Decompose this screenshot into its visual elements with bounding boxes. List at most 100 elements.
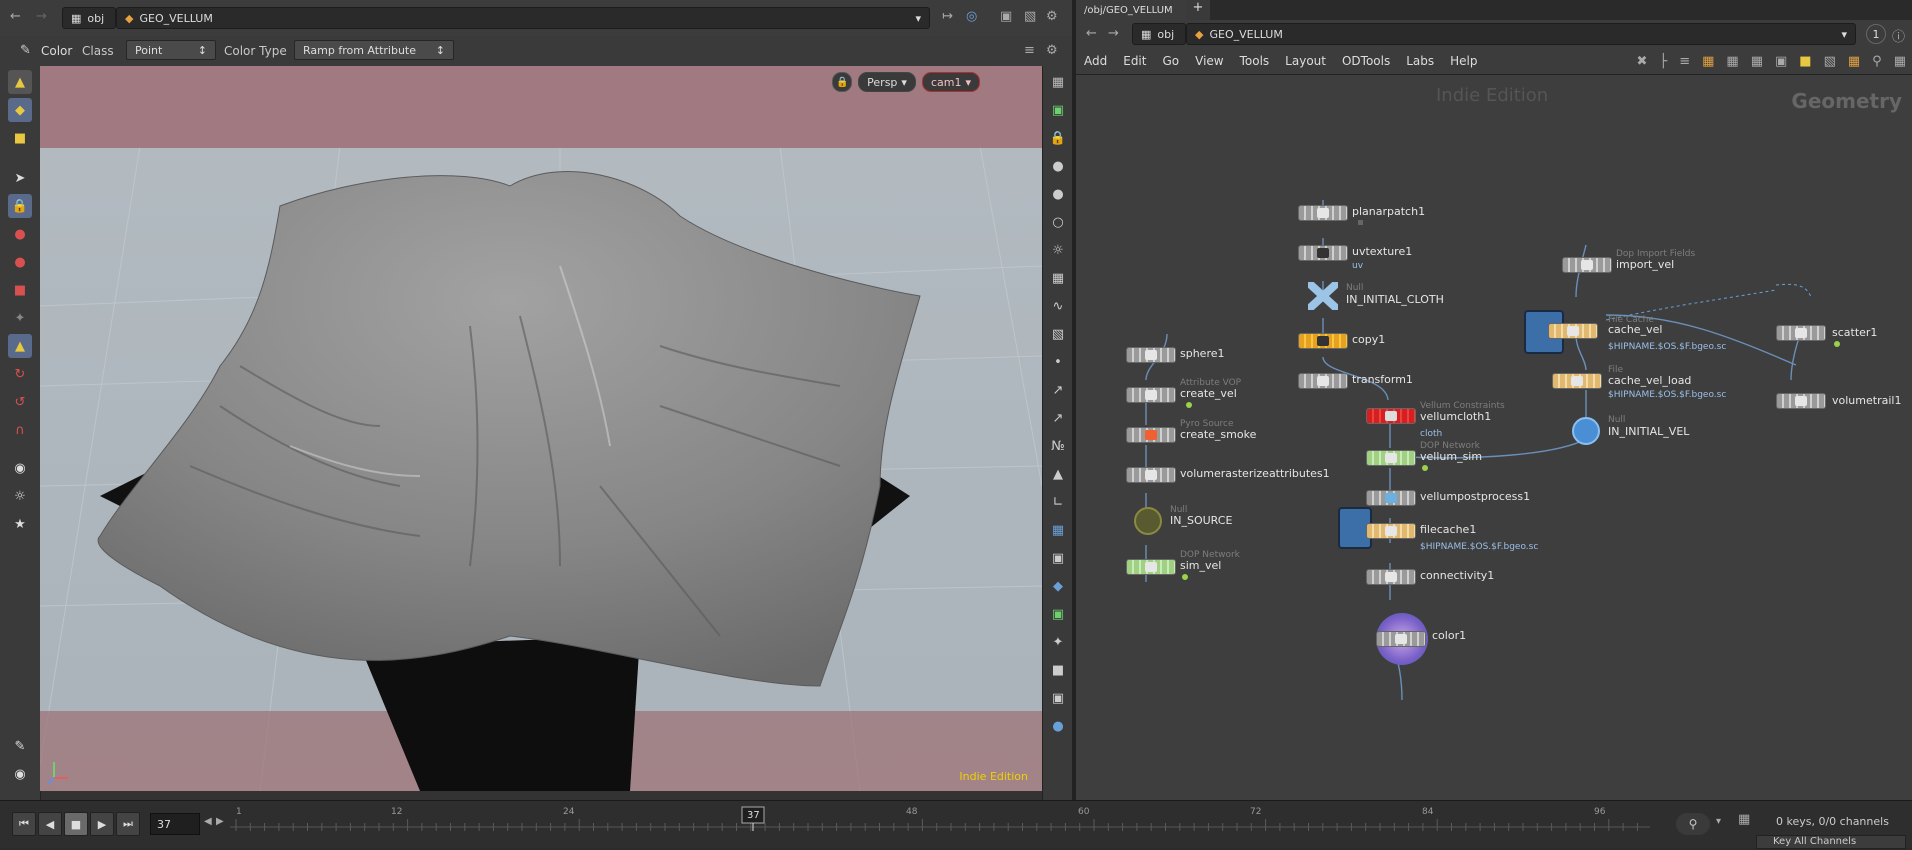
node-uvtexture1[interactable]	[1298, 245, 1348, 261]
safe-area-icon[interactable]: ▣	[1046, 686, 1070, 710]
numbers-icon[interactable]: №	[1046, 434, 1070, 458]
menu-help[interactable]: Help	[1442, 54, 1485, 68]
breadcrumb-root[interactable]: ▦ obj	[1132, 23, 1186, 45]
class-dropdown[interactable]: Point ↕	[126, 40, 216, 60]
jump-end-icon[interactable]: ⏭	[116, 812, 140, 836]
lock-camera-icon[interactable]: 🔒	[832, 72, 853, 92]
node-in-initial-cloth[interactable]	[1307, 281, 1339, 311]
menu-odtools[interactable]: ODTools	[1334, 54, 1398, 68]
stop-icon[interactable]: ■	[64, 812, 88, 836]
background-icon[interactable]: ▧	[1046, 322, 1070, 346]
pin-icon[interactable]: ↦	[942, 9, 953, 24]
node-cache-vel-load[interactable]	[1552, 373, 1602, 389]
current-frame-field[interactable]: 37	[150, 813, 200, 835]
grid-icon[interactable]: ▦	[1046, 266, 1070, 290]
list-icon[interactable]: ≡	[1679, 54, 1690, 69]
sticky-note-icon[interactable]: ■	[1799, 54, 1811, 69]
back-arrow-icon[interactable]: ←	[1086, 26, 1097, 41]
network-box-icon[interactable]: ▧	[1824, 54, 1836, 69]
camera-menu[interactable]: Persp ▾	[858, 72, 916, 92]
step-back-icon[interactable]: ◀	[38, 812, 62, 836]
shading-icon[interactable]: ▦	[1046, 70, 1070, 94]
hull-icon[interactable]: ▣	[1046, 546, 1070, 570]
3d-viewport[interactable]: 🔒 Persp ▾ cam1 ▾ Indie Edition	[40, 66, 1042, 791]
color-type-dropdown[interactable]: Ramp from Attribute ↕	[294, 40, 454, 60]
node-scatter1[interactable]	[1776, 325, 1826, 341]
info-pin-icon[interactable]: ●	[1046, 714, 1070, 738]
search-icon[interactable]: ⚲	[1872, 54, 1882, 69]
node-create-vel[interactable]	[1126, 387, 1176, 403]
select-arrow-icon[interactable]: ➤	[8, 166, 32, 190]
uv-icon[interactable]: ▦	[1046, 518, 1070, 542]
eye-tool-icon[interactable]: ◉	[8, 762, 32, 786]
node-in-initial-vel[interactable]	[1572, 417, 1600, 445]
tree-icon[interactable]: ├	[1659, 54, 1667, 69]
indicator-badge[interactable]: 1	[1866, 24, 1886, 44]
forward-arrow-icon[interactable]: →	[1108, 26, 1119, 41]
node-in-source[interactable]	[1134, 507, 1162, 535]
snap-icon[interactable]: ✦	[8, 306, 32, 330]
magnet-icon[interactable]: ∩	[8, 418, 32, 442]
camera-name-menu[interactable]: cam1 ▾	[921, 72, 980, 92]
layout-icon[interactable]: ▦	[1848, 54, 1860, 69]
tab-network[interactable]: /obj/GEO_VELLUM	[1076, 0, 1194, 20]
node-copy1[interactable]	[1298, 333, 1348, 349]
menu-layout[interactable]: Layout	[1277, 54, 1334, 68]
network-editor[interactable]: Indie Edition Geometry planarpatch1 uvte…	[1076, 75, 1912, 800]
handle-tool-icon[interactable]: ▲	[8, 70, 32, 94]
timeline-ruler[interactable]: 1 12 24 37 48 60 72 84 96	[230, 803, 1653, 847]
link-icon[interactable]: ◎	[966, 9, 977, 24]
brush-tool-icon[interactable]: ◆	[8, 98, 32, 122]
snapshot-icon[interactable]: ⚙	[1046, 9, 1058, 24]
stop-icon[interactable]: ■	[1046, 658, 1070, 682]
viewport-layout-icon[interactable]: ▣	[1000, 9, 1012, 24]
play-icon[interactable]: ▶	[90, 812, 114, 836]
node-vellumcloth1[interactable]	[1366, 408, 1416, 424]
back-arrow-icon[interactable]: ←	[10, 9, 21, 24]
sphere-icon[interactable]: ●	[1046, 154, 1070, 178]
light-tool-icon[interactable]: ★	[8, 512, 32, 536]
display-vertex-icon[interactable]: ◆	[1046, 574, 1070, 598]
more-icon[interactable]: ▦	[1894, 54, 1906, 69]
table-icon[interactable]: ▦	[1751, 54, 1763, 69]
geometry-icon[interactable]: ▣	[1046, 98, 1070, 122]
add-tab-button[interactable]: +	[1186, 0, 1210, 20]
vectors-icon[interactable]: ↗	[1046, 406, 1070, 430]
node-volumerasterizeattributes1[interactable]	[1126, 467, 1176, 483]
menu-labs[interactable]: Labs	[1398, 54, 1442, 68]
color-palette-icon[interactable]: ▦	[1702, 54, 1714, 69]
node-volumetrail1[interactable]	[1776, 393, 1826, 409]
lock-tool-icon[interactable]: 🔒	[8, 194, 32, 218]
node-sim-vel[interactable]	[1126, 559, 1176, 575]
node-sphere1[interactable]	[1126, 347, 1176, 363]
breadcrumb-node[interactable]: ◆ GEO_VELLUM ▾	[1186, 23, 1856, 45]
display-point-icon[interactable]: ●	[1046, 182, 1070, 206]
options-list-icon[interactable]: ≡	[1024, 43, 1035, 58]
node-cache-vel[interactable]	[1548, 323, 1598, 339]
menu-tools[interactable]: Tools	[1232, 54, 1278, 68]
jump-start-icon[interactable]: ⏮	[12, 812, 36, 836]
breadcrumb-root[interactable]: ▦ obj	[62, 7, 116, 29]
view-tool-icon[interactable]: ●	[8, 222, 32, 246]
menu-go[interactable]: Go	[1154, 54, 1187, 68]
node-vellumpostprocess1[interactable]	[1366, 490, 1416, 506]
forward-arrow-icon[interactable]: →	[36, 9, 47, 24]
chevron-down-icon[interactable]: ▾	[915, 12, 921, 25]
prev-key-icon[interactable]: ◀	[204, 816, 212, 827]
lock-icon[interactable]: 🔒	[1046, 126, 1070, 150]
handle-red-icon[interactable]: ■	[8, 278, 32, 302]
edge-icon[interactable]: ∟	[1046, 490, 1070, 514]
image-icon[interactable]: ▣	[1775, 54, 1787, 69]
rotate-tool-icon[interactable]: ↻	[8, 362, 32, 386]
node-transform1[interactable]	[1298, 373, 1348, 389]
grid-view-icon[interactable]: ▦	[1726, 54, 1738, 69]
menu-view[interactable]: View	[1187, 54, 1231, 68]
wrench-icon[interactable]: ✖	[1636, 54, 1647, 69]
primitive-icon[interactable]: ▲	[1046, 462, 1070, 486]
node-connectivity1[interactable]	[1366, 569, 1416, 585]
info-tool-icon[interactable]: ✎	[8, 734, 32, 758]
key-tool-icon[interactable]: ⚲	[1676, 813, 1710, 835]
node-create-smoke[interactable]	[1126, 427, 1176, 443]
light-bulb-icon[interactable]: ○	[1046, 210, 1070, 234]
node-import-vel[interactable]	[1562, 257, 1612, 273]
